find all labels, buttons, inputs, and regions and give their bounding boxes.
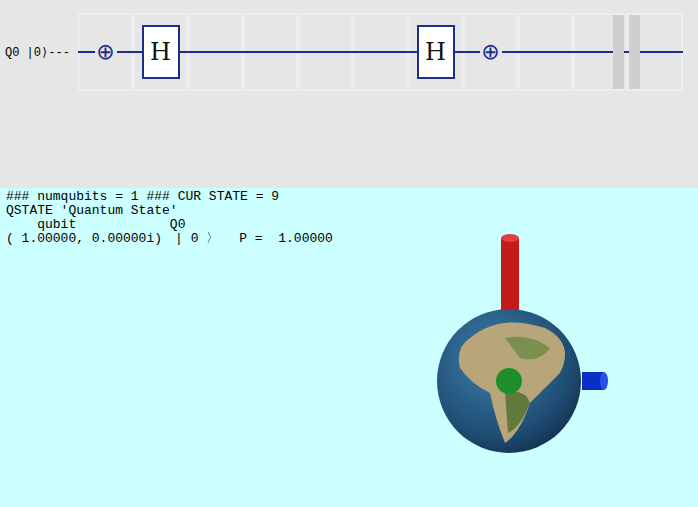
barrier-bar xyxy=(629,15,640,89)
quantum-simulator: Q0 |0⟩--- ⊕ H H ⊕ ### numqubits = 1 ### CUR S… xyxy=(0,0,698,507)
circuit-cell[interactable]: H xyxy=(133,13,188,91)
state-output: ### numqubits = 1 ### CUR STATE = 9QSTAT… xyxy=(6,190,698,246)
circuit-panel: Q0 |0⟩--- ⊕ H H ⊕ xyxy=(0,0,698,188)
probability: P = 1.00000 xyxy=(239,231,333,246)
not-gate[interactable]: ⊕ xyxy=(480,41,502,63)
circuit-cell[interactable]: H xyxy=(408,13,463,91)
circuit-cell[interactable] xyxy=(298,13,353,91)
state-title: QSTATE 'Quantum State' xyxy=(6,204,698,218)
not-gate[interactable]: ⊕ xyxy=(95,41,117,63)
qubit-row: Q0 |0⟩--- ⊕ H H ⊕ xyxy=(0,13,698,91)
hadamard-gate[interactable]: H xyxy=(142,25,180,79)
circuit-cell[interactable]: ⊕ xyxy=(78,13,133,91)
amplitude: ( 1.00000, 0.00000i) xyxy=(6,231,162,246)
column-header: qubit Q0 xyxy=(6,218,698,232)
circuit-cell[interactable] xyxy=(353,13,408,91)
circuit-cell[interactable] xyxy=(243,13,298,91)
header-line: ### numqubits = 1 ### CUR STATE = 9 xyxy=(6,190,698,204)
circuit-cell[interactable] xyxy=(188,13,243,91)
ket: | 0 〉 xyxy=(175,231,219,246)
hadamard-gate[interactable]: H xyxy=(417,25,455,79)
circuit-cell[interactable] xyxy=(518,13,573,91)
bloch-sphere-icon xyxy=(380,188,640,507)
barrier-bar xyxy=(613,15,624,89)
output-panel: ### numqubits = 1 ### CUR STATE = 9QSTAT… xyxy=(0,188,698,507)
qubit-label: Q0 |0⟩--- xyxy=(0,13,78,91)
circuit-cell[interactable] xyxy=(573,13,628,91)
circuit-cell[interactable]: ⊕ xyxy=(463,13,518,91)
state-row: ( 1.00000, 0.00000i) | 0 〉 P = 1.00000 xyxy=(6,232,698,246)
